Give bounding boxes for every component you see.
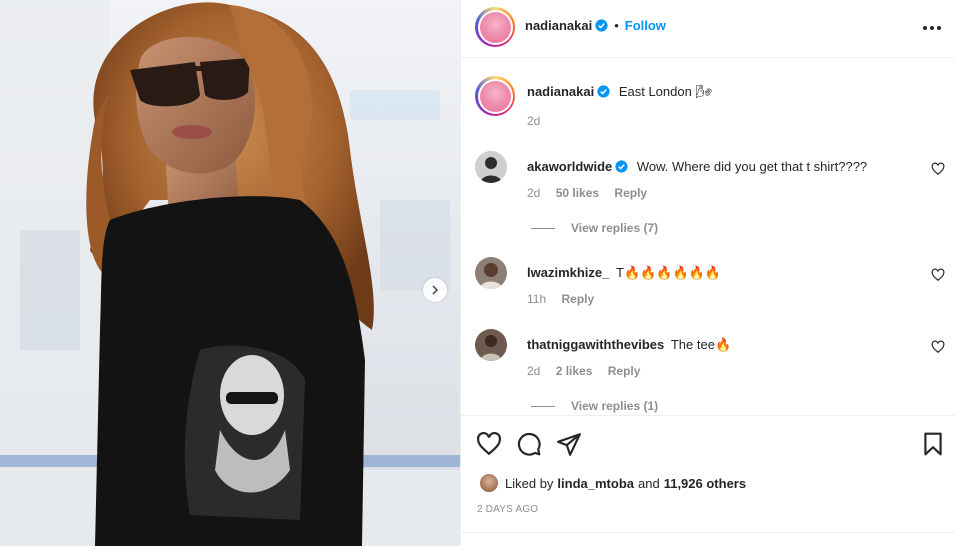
comment-username[interactable]: akaworldwide [527, 159, 612, 174]
comment-likes[interactable]: 50 likes [556, 186, 599, 200]
author-avatar[interactable] [475, 7, 515, 47]
reply-button[interactable]: Reply [608, 364, 641, 378]
comment-row: akaworldwide Wow. Where did you get that… [475, 151, 945, 241]
post-header: nadianakai • Follow [461, 0, 955, 58]
comment-likes[interactable]: 2 likes [556, 364, 593, 378]
comment-row: lwazimkhize_ T🔥🔥🔥🔥🔥🔥 11h Reply [475, 257, 945, 317]
comment-username[interactable]: thatniggawiththevibes [527, 337, 664, 352]
heart-icon[interactable] [931, 340, 945, 354]
comment-meta: 2d 50 likes Reply [527, 186, 659, 200]
heart-icon[interactable] [931, 268, 945, 282]
author-username[interactable]: nadianakai [525, 18, 592, 33]
post-date[interactable]: 2 DAYS AGO [477, 504, 538, 515]
comment-text-line: lwazimkhize_ T🔥🔥🔥🔥🔥🔥 [527, 264, 917, 282]
comment-username[interactable]: lwazimkhize_ [527, 265, 609, 280]
liked-by-and: and [638, 475, 660, 491]
view-replies-button[interactable]: View replies (7) [531, 221, 658, 235]
liked-by-line: Liked by linda_mtoba and 11,926 others [479, 473, 746, 493]
separator-dot: • [614, 18, 619, 33]
commenter-avatar[interactable] [475, 329, 507, 361]
liked-by-avatar[interactable] [479, 473, 499, 493]
commenter-avatar[interactable] [475, 151, 507, 183]
comment-icon[interactable] [516, 431, 542, 457]
view-replies-line [531, 405, 555, 407]
chevron-right-icon [432, 285, 439, 295]
comment-age: 2d [527, 364, 541, 378]
verified-badge-icon [597, 85, 610, 98]
liked-by-others[interactable]: 11,926 others [664, 476, 746, 491]
reply-button[interactable]: Reply [614, 186, 647, 200]
divider [461, 532, 955, 533]
comment-text: T🔥🔥🔥🔥🔥🔥 [616, 265, 722, 280]
reply-button[interactable]: Reply [561, 292, 594, 306]
comment-text-line: thatniggawiththevibes The tee🔥 [527, 336, 917, 354]
view-replies-label: View replies (1) [571, 399, 659, 413]
caption-row: nadianakai East London 🌬 2d [475, 76, 945, 146]
comment-text: Wow. Where did you get that t shirt???? [636, 159, 868, 174]
caption-meta: 2d [527, 114, 552, 128]
view-replies-label: View replies (7) [571, 221, 659, 235]
verified-badge-icon [595, 19, 608, 32]
liked-by-prefix: Liked by [505, 475, 554, 491]
caption-text: East London 🌬 [618, 84, 712, 99]
comments-list[interactable]: nadianakai East London 🌬 2d akaworldwide… [461, 59, 955, 415]
carousel-next-button[interactable] [423, 278, 447, 302]
post-panel: nadianakai • Follow nadianakai East Lond… [460, 0, 955, 546]
comment-text-line: akaworldwide Wow. Where did you get that… [527, 158, 917, 176]
follow-button[interactable]: Follow [625, 18, 666, 33]
verified-badge-icon [615, 160, 628, 173]
heart-icon[interactable] [931, 162, 945, 176]
commenter-avatar[interactable] [475, 257, 507, 289]
post-actions: Liked by linda_mtoba and 11,926 others 2… [461, 415, 955, 546]
view-replies-line [531, 227, 555, 229]
caption-username[interactable]: nadianakai [527, 84, 594, 99]
comment-age: 11h [527, 292, 547, 306]
caption-age: 2d [527, 114, 541, 128]
liked-by-user[interactable]: linda_mtoba [557, 476, 634, 491]
comment-age: 2d [527, 186, 541, 200]
bookmark-icon[interactable] [920, 431, 946, 457]
header-author-line: nadianakai • Follow [525, 18, 666, 33]
photo-illustration [0, 0, 460, 546]
view-replies-button[interactable]: View replies (1) [531, 399, 658, 413]
heart-icon[interactable] [476, 431, 502, 457]
comment-meta: 2d 2 likes Reply [527, 364, 652, 378]
caption-avatar[interactable] [475, 76, 515, 116]
caption-text-line: nadianakai East London 🌬 [527, 83, 917, 101]
comment-row: thatniggawiththevibes The tee🔥 2d 2 like… [475, 329, 945, 415]
more-options-icon[interactable] [922, 18, 942, 38]
comment-meta: 11h Reply [527, 292, 606, 306]
comment-text: The tee🔥 [670, 337, 732, 352]
share-icon[interactable] [556, 431, 582, 457]
post-photo[interactable] [0, 0, 460, 546]
